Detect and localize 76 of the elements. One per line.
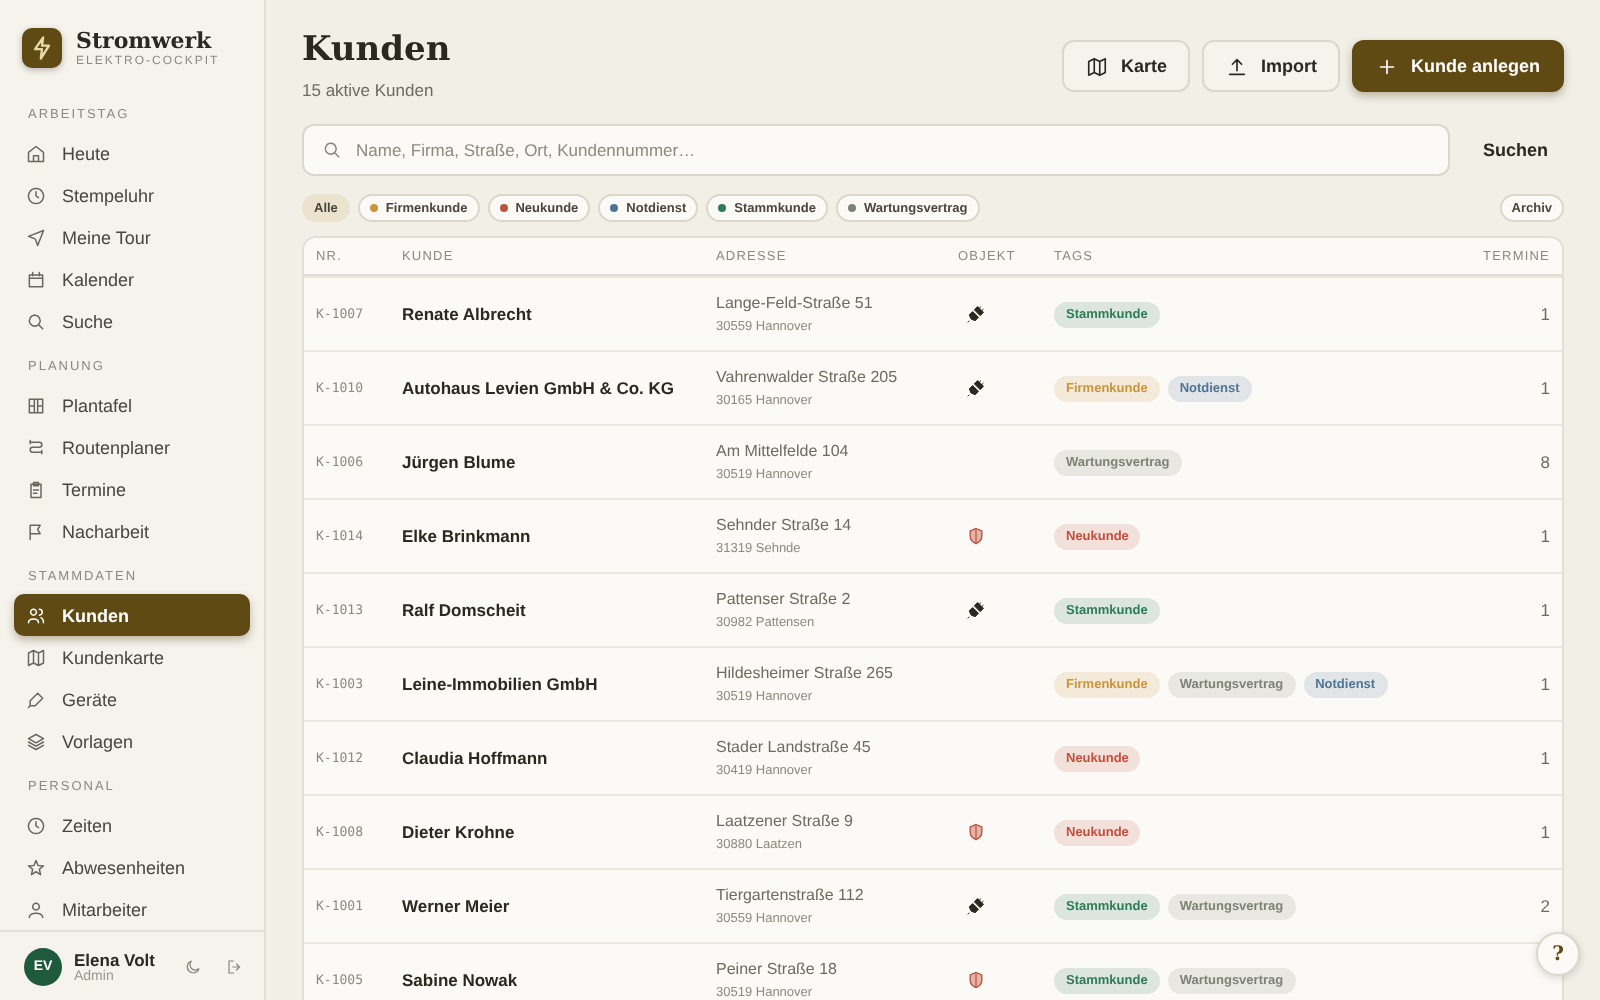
appointment-count: 1 <box>1540 600 1550 620</box>
send-icon <box>26 227 46 248</box>
clock-icon <box>26 185 46 206</box>
customer-name[interactable]: Autohaus Levien GmbH & Co. KG <box>402 378 716 398</box>
appointment-count: 1 <box>1540 748 1550 768</box>
sidebar-item[interactable]: Kundenkarte <box>14 636 250 679</box>
user-icon <box>26 899 46 920</box>
appointment-count: 1 <box>1540 378 1550 398</box>
street-address: Peiner Straße 18 <box>716 960 839 978</box>
sidebar-item[interactable]: Geräte <box>14 678 250 721</box>
plus-icon <box>1376 55 1399 77</box>
clipboard-icon <box>26 479 46 500</box>
search-icon <box>26 311 46 332</box>
calendar-icon <box>26 269 46 290</box>
home-icon <box>26 143 46 164</box>
appointment-count: 2 <box>1540 896 1550 916</box>
sidebar-item[interactable]: Routenplaner <box>14 426 250 469</box>
add-button[interactable]: Kunde anlegen <box>1352 40 1564 92</box>
map-icon <box>1086 55 1109 77</box>
sidebar-item[interactable]: Mitarbeiter <box>14 888 250 931</box>
sidebar-item[interactable]: Kalender <box>14 258 250 301</box>
board-icon <box>26 395 46 416</box>
customer-name[interactable]: Sabine Nowak <box>402 970 716 990</box>
customer-name[interactable]: Elke Brinkmann <box>402 526 716 546</box>
user-name: Elena Volt <box>74 949 157 970</box>
brand-name: Stromwerk <box>76 27 214 54</box>
street-address: Lange-Feld-Straße 51 <box>716 294 875 312</box>
star-icon <box>26 857 46 878</box>
street-address: Sehnder Straße 14 <box>716 516 854 534</box>
logout-icon[interactable] <box>226 957 244 976</box>
sidebar-item[interactable]: Zeiten <box>14 804 250 847</box>
users-icon <box>26 605 46 626</box>
page-subtitle: 15 aktive Kunden <box>302 80 436 100</box>
street-address: Pattenser Straße 2 <box>716 590 853 608</box>
street-address: Tiergartenstraße 112 <box>716 886 866 904</box>
sidebar-item[interactable]: Meine Tour <box>14 216 250 259</box>
sidebar-item[interactable]: Abwesenheiten <box>14 846 250 889</box>
appointment-count: 1 <box>1540 526 1550 546</box>
customer-name[interactable]: Werner Meier <box>402 896 716 916</box>
street-address: Laatzener Straße 9 <box>716 812 855 830</box>
bolt-logo-icon <box>22 27 62 68</box>
action-button[interactable]: Import <box>1202 40 1341 92</box>
search-field[interactable]: Name, Firma, Straße, Ort, Kundennummer… <box>302 124 1451 176</box>
customer-name[interactable]: Claudia Hoffmann <box>402 748 716 768</box>
customer-name[interactable]: Ralf Domscheit <box>402 600 716 620</box>
page-title: Kunden <box>302 30 451 70</box>
street-address: Stader Landstraße 45 <box>716 738 873 756</box>
map-icon <box>26 647 46 668</box>
route-icon <box>26 437 46 458</box>
moon-icon[interactable] <box>184 957 202 976</box>
appointment-count: 8 <box>1540 452 1550 472</box>
appointment-count: 1 <box>1540 822 1550 842</box>
sidebar-item[interactable]: Plantafel <box>14 384 250 427</box>
sidebar-item[interactable]: Vorlagen <box>14 720 250 763</box>
action-button[interactable]: Karte <box>1062 40 1191 92</box>
sidebar-item[interactable]: Stempeluhr <box>14 174 250 217</box>
search-button[interactable]: Suchen <box>1466 126 1564 174</box>
street-address: Vahrenwalder Straße 205 <box>716 368 900 386</box>
tool-icon <box>26 689 46 710</box>
flag-icon <box>26 521 46 542</box>
customer-name[interactable]: Dieter Krohne <box>402 822 716 842</box>
clock-icon <box>26 815 46 836</box>
appointment-count: 1 <box>1540 304 1550 324</box>
street-address: Am Mittelfelde 104 <box>716 442 851 460</box>
customer-name[interactable]: Renate Albrecht <box>402 304 716 324</box>
street-address: Hildesheimer Straße 265 <box>716 664 895 682</box>
sidebar-item[interactable]: Nacharbeit <box>14 510 250 553</box>
customer-name[interactable]: Jürgen Blume <box>402 452 716 472</box>
sidebar-item[interactable]: Heute <box>14 132 250 175</box>
layers-icon <box>26 731 46 752</box>
customer-name[interactable]: Leine-Immobilien GmbH <box>402 674 716 694</box>
sidebar-item[interactable]: Kunden <box>14 594 250 637</box>
appointment-count: 1 <box>1540 674 1550 694</box>
sidebar-item[interactable]: Termine <box>14 468 250 511</box>
upload-icon <box>1226 55 1249 77</box>
sidebar-item[interactable]: Suche <box>14 300 250 343</box>
